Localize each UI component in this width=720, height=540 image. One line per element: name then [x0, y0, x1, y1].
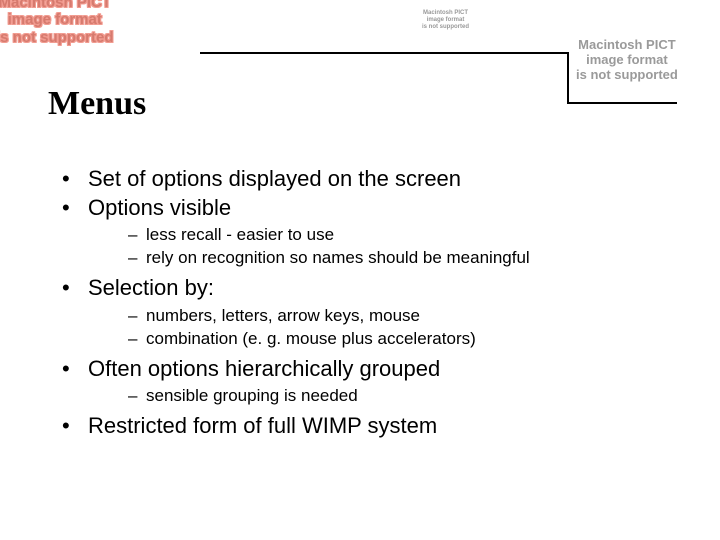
subbullet-text: sensible grouping is needed — [146, 386, 358, 405]
horizontal-rule — [200, 52, 568, 54]
missing-image-placeholder-mid: Macintosh PICT image format is not suppo… — [422, 10, 469, 31]
bullet-text: Selection by: — [88, 275, 214, 300]
subbullet-text: rely on recognition so names should be m… — [146, 248, 530, 267]
bullet-item: Selection by: numbers, letters, arrow ke… — [60, 274, 680, 350]
subbullet-item: sensible grouping is needed — [128, 385, 680, 408]
subbullet-item: numbers, letters, arrow keys, mouse — [128, 305, 680, 328]
bullet-text: Set of options displayed on the screen — [88, 166, 461, 191]
box-edge-bottom — [567, 102, 677, 104]
slide-body: Set of options displayed on the screen O… — [60, 165, 680, 441]
subbullet-text: combination (e. g. mouse plus accelerato… — [146, 329, 476, 348]
bullet-text: Restricted form of full WIMP system — [88, 413, 437, 438]
bullet-item: Options visible less recall - easier to … — [60, 194, 680, 270]
bullet-text: Often options hierarchically grouped — [88, 356, 440, 381]
slide-title: Menus — [48, 85, 146, 123]
subbullet-item: rely on recognition so names should be m… — [128, 247, 680, 270]
bullet-item: Often options hierarchically grouped sen… — [60, 355, 680, 409]
missing-image-placeholder-right: Macintosh PICT image format is not suppo… — [576, 38, 678, 83]
box-edge-vertical — [567, 52, 569, 104]
bullet-item: Set of options displayed on the screen — [60, 165, 680, 194]
subbullet-text: numbers, letters, arrow keys, mouse — [146, 306, 420, 325]
subbullet-item: less recall - easier to use — [128, 224, 680, 247]
bullet-item: Restricted form of full WIMP system — [60, 412, 680, 441]
subbullet-text: less recall - easier to use — [146, 225, 334, 244]
bullet-text: Options visible — [88, 195, 231, 220]
subbullet-item: combination (e. g. mouse plus accelerato… — [128, 328, 680, 351]
missing-image-placeholder-left: Macintosh PICT image format is not suppo… — [0, 0, 114, 46]
